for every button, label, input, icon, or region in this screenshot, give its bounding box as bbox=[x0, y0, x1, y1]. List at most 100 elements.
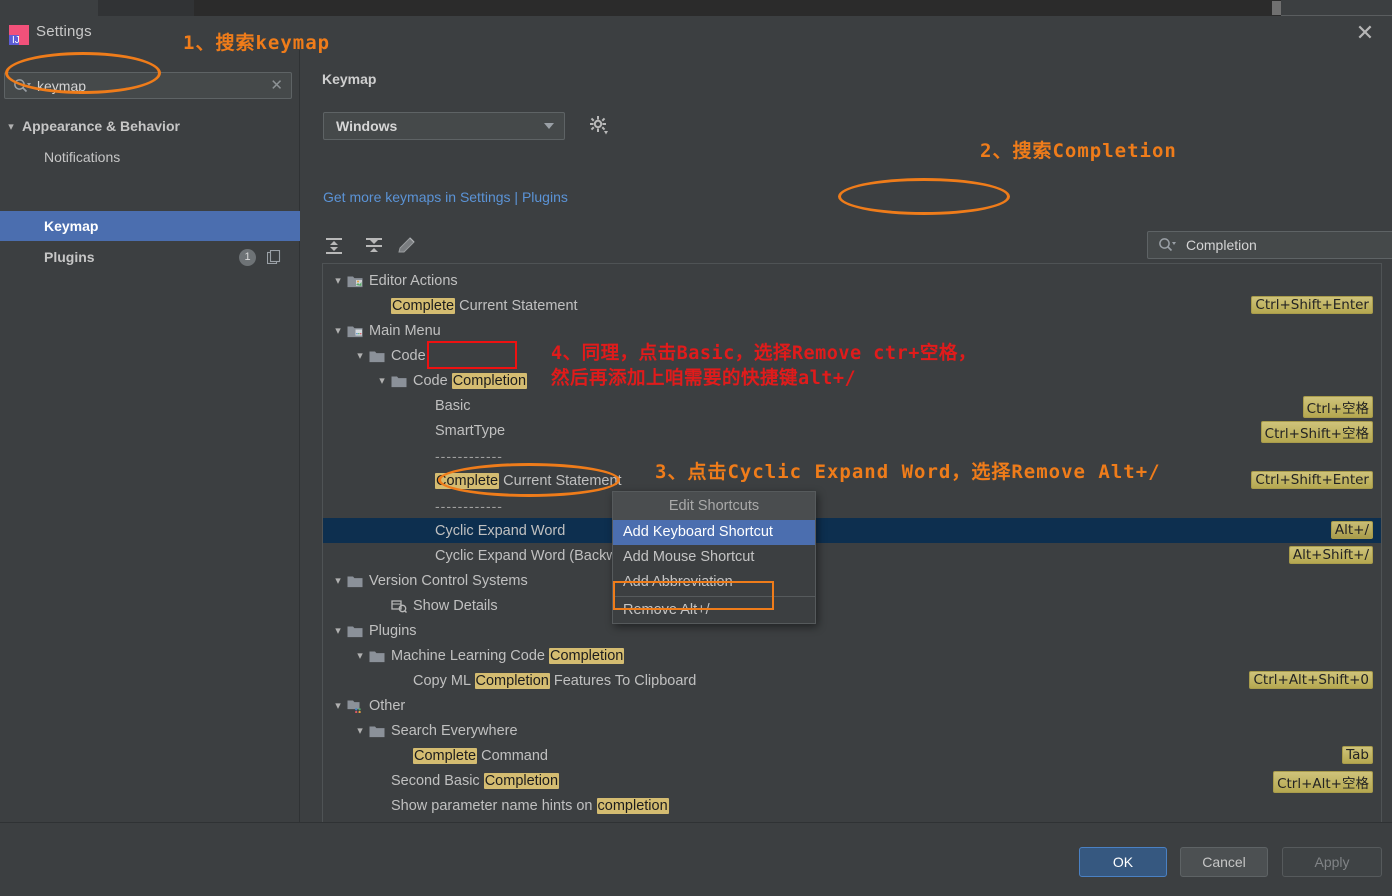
tree-row-separator-2[interactable]: ------------ bbox=[323, 493, 1381, 518]
tree-row-second-basic-completion[interactable]: Second Basic Completion Ctrl+Alt+空格 bbox=[323, 768, 1381, 793]
chevron-down-icon[interactable]: ▾ bbox=[331, 274, 345, 287]
tree-row-label: Copy ML Completion Features To Clipboard bbox=[413, 672, 697, 689]
tree-row-cyclic-expand-word[interactable]: Cyclic Expand Word Alt+/ bbox=[323, 518, 1381, 543]
tree-row-label: Code Completion bbox=[413, 372, 528, 389]
dialog-footer: OK Cancel Apply bbox=[0, 822, 1392, 896]
tree-row-search-everywhere[interactable]: ▾ Search Everywhere bbox=[323, 718, 1381, 743]
tree-row-code-completion[interactable]: ▾ Code Completion bbox=[323, 368, 1381, 393]
get-more-keymaps-link[interactable]: Get more keymaps in Settings | Plugins bbox=[323, 189, 568, 205]
chevron-down-icon[interactable]: ▾ bbox=[331, 699, 345, 712]
tree-row-label: Complete Command bbox=[413, 747, 548, 764]
settings-search-box[interactable]: ✕ bbox=[4, 72, 292, 99]
shortcut-badge: Ctrl+Alt+Shift+0 bbox=[1249, 671, 1373, 689]
tree-row-main-menu[interactable]: ▾ Main Menu bbox=[323, 318, 1381, 343]
gear-icon[interactable] bbox=[587, 114, 611, 138]
tree-row-label: Show Details bbox=[413, 597, 498, 614]
tree-row-label: SmartType bbox=[435, 422, 506, 439]
collapse-all-icon[interactable] bbox=[362, 234, 386, 258]
chevron-down-icon[interactable]: ▾ bbox=[353, 649, 367, 662]
settings-dialog: IJ Settings ✕ ✕ ▾ Appearance & Behavior bbox=[0, 16, 1392, 896]
cancel-button[interactable]: Cancel bbox=[1180, 847, 1268, 877]
strip-segment-2 bbox=[98, 0, 194, 16]
tree-row-other[interactable]: ▾ Other bbox=[323, 693, 1381, 718]
strip-segment-4 bbox=[1281, 0, 1392, 16]
tree-row-plugins-node[interactable]: ▾ Plugins bbox=[323, 618, 1381, 643]
tree-row-cyclic-expand-word-backward[interactable]: Cyclic Expand Word (Backward) Alt+Shift+/ bbox=[323, 543, 1381, 568]
close-icon[interactable]: ✕ bbox=[1352, 21, 1378, 47]
window-top-strip bbox=[0, 0, 1392, 16]
strip-segment-1 bbox=[0, 0, 98, 16]
menu-item-remove-shortcut[interactable]: Remove Alt+/ bbox=[613, 598, 815, 623]
scroll-handle[interactable] bbox=[1272, 1, 1281, 15]
chevron-down-icon[interactable]: ▾ bbox=[353, 724, 367, 737]
expand-all-icon[interactable] bbox=[322, 234, 346, 258]
tree-row-smarttype[interactable]: SmartType Ctrl+Shift+空格 bbox=[323, 418, 1381, 443]
shortcut-badge: Tab bbox=[1342, 746, 1373, 764]
search-match-highlight: Completion bbox=[483, 772, 560, 789]
search-match-highlight: Completion bbox=[474, 672, 550, 689]
chevron-down-icon[interactable]: ▾ bbox=[331, 624, 345, 637]
tree-row-basic[interactable]: Basic Ctrl+空格 bbox=[323, 393, 1381, 418]
tree-row-version-control-systems[interactable]: ▾ Version Control Systems bbox=[323, 568, 1381, 593]
folder-icon bbox=[347, 574, 363, 588]
shortcut-search-input[interactable] bbox=[1186, 235, 1392, 255]
sidebar-item-appearance-behavior[interactable]: ▾ Appearance & Behavior bbox=[0, 111, 300, 141]
tree-row-label: Basic bbox=[435, 397, 471, 414]
ok-button[interactable]: OK bbox=[1079, 847, 1167, 877]
folder-icon bbox=[369, 649, 385, 663]
tree-row-complete-current-statement-1[interactable]: Complete Current Statement Ctrl+Shift+Ent… bbox=[323, 293, 1381, 318]
tree-row-label: Machine Learning Code Completion bbox=[391, 647, 625, 664]
keymap-scheme-select[interactable]: Windows bbox=[323, 112, 565, 140]
tree-row-label: ------------ bbox=[435, 497, 503, 514]
sidebar-item-notifications[interactable]: Notifications bbox=[0, 142, 300, 172]
apply-button[interactable]: Apply bbox=[1282, 847, 1382, 877]
tree-row-code[interactable]: ▾ Code bbox=[323, 343, 1381, 368]
tree-row-label: Plugins bbox=[369, 622, 417, 639]
keymap-heading: Keymap bbox=[322, 71, 377, 87]
actions-tree[interactable]: ▾ Editor Actions Complete Current Statemen… bbox=[322, 263, 1382, 843]
tree-row-label: Other bbox=[369, 697, 406, 714]
tree-row-copy-ml-completion[interactable]: Copy ML Completion Features To Clipboard… bbox=[323, 668, 1381, 693]
tree-row-ml-code-completion[interactable]: ▾ Machine Learning Code Completion bbox=[323, 643, 1381, 668]
copy-icon[interactable] bbox=[266, 249, 281, 265]
strip-segment-3 bbox=[194, 0, 1274, 16]
menu-item-add-abbreviation[interactable]: Add Abbreviation bbox=[613, 570, 815, 595]
tree-row-complete-command[interactable]: Complete Command Tab bbox=[323, 743, 1381, 768]
shortcut-badge: Ctrl+Shift+空格 bbox=[1260, 421, 1373, 443]
menu-item-add-mouse-shortcut[interactable]: Add Mouse Shortcut bbox=[613, 545, 815, 570]
shortcut-badge: Alt+/ bbox=[1330, 521, 1373, 539]
sidebar-item-label: Keymap bbox=[44, 218, 99, 234]
main-menu-icon bbox=[347, 324, 363, 338]
tree-row-show-param-hints[interactable]: Show parameter name hints on completion bbox=[323, 793, 1381, 818]
edit-pencil-icon[interactable] bbox=[395, 234, 419, 258]
tree-row-label: Main Menu bbox=[369, 322, 441, 339]
settings-search-input[interactable] bbox=[37, 76, 255, 96]
other-icon bbox=[347, 699, 363, 713]
shortcut-context-menu[interactable]: Edit Shortcuts Add Keyboard Shortcut Add… bbox=[612, 491, 816, 624]
tree-row-label: Complete Current Statement bbox=[435, 472, 622, 489]
folder-icon bbox=[391, 374, 407, 388]
sidebar-item-plugins[interactable]: Plugins 1 bbox=[0, 242, 300, 272]
folder-icon bbox=[347, 624, 363, 638]
search-icon bbox=[1158, 237, 1176, 256]
clear-icon[interactable]: ✕ bbox=[270, 76, 283, 94]
menu-item-add-keyboard-shortcut[interactable]: Add Keyboard Shortcut bbox=[613, 520, 815, 545]
shortcut-badge: Ctrl+Shift+Enter bbox=[1251, 296, 1373, 314]
chevron-down-icon[interactable]: ▾ bbox=[353, 349, 367, 362]
page-title: Settings bbox=[36, 23, 92, 40]
search-icon bbox=[13, 78, 31, 94]
chevron-down-icon[interactable]: ▾ bbox=[331, 324, 345, 337]
tree-row-complete-current-statement-2[interactable]: Complete Current Statement Ctrl+Shift+Ent… bbox=[323, 468, 1381, 493]
shortcut-search-box[interactable]: ✕ bbox=[1147, 231, 1392, 259]
menu-separator bbox=[613, 596, 815, 597]
chevron-down-icon: ▾ bbox=[8, 120, 14, 133]
shortcut-badge: Ctrl+Alt+空格 bbox=[1273, 771, 1373, 793]
tree-row-label: Second Basic Completion bbox=[391, 772, 560, 789]
sidebar-item-keymap[interactable]: Keymap bbox=[0, 211, 300, 241]
sidebar-item-label: Appearance & Behavior bbox=[22, 118, 180, 134]
tree-row-show-details[interactable]: Show Details bbox=[323, 593, 1381, 618]
chevron-down-icon[interactable]: ▾ bbox=[375, 374, 389, 387]
tree-row-editor-actions[interactable]: ▾ Editor Actions bbox=[323, 268, 1381, 293]
chevron-down-icon[interactable]: ▾ bbox=[331, 574, 345, 587]
tree-row-separator-1[interactable]: ------------ bbox=[323, 443, 1381, 468]
